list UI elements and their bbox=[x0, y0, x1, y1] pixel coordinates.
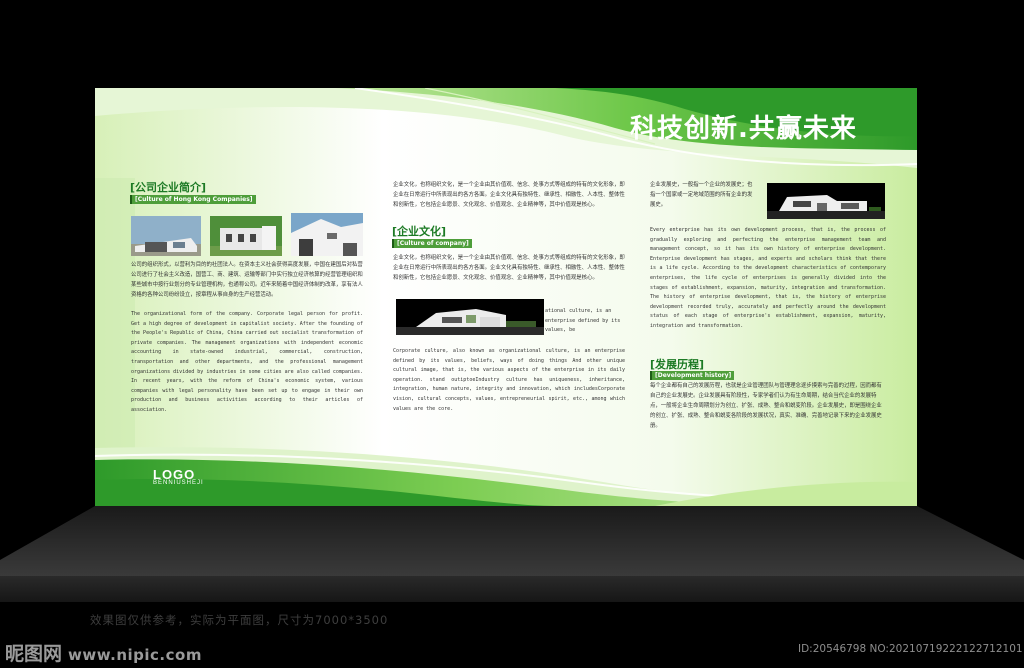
building-photo-2 bbox=[210, 216, 282, 256]
culture-body-zh: 企业文化，也称组织文化，是一个企业由其价值观、信念、处事方式等组成的特有的文化形… bbox=[393, 255, 625, 281]
development-body-en: Every enterprise has its own development… bbox=[650, 227, 886, 329]
culture-building-photo bbox=[396, 299, 544, 335]
board-headline: 科技创新.共赢未来 bbox=[630, 114, 857, 144]
exhibition-board: 科技创新.共赢未来 [公司企业简介] [Culture of Hong Kong… bbox=[95, 88, 917, 506]
watermark-id: ID:20546798 NO:20210719222122712101 bbox=[798, 643, 1023, 655]
development-building-photo bbox=[767, 183, 885, 219]
culture-intro-zh: 企业文化，也称组织文化，是一个企业由其价值观、信念、处事方式等组成的特有的文化形… bbox=[393, 182, 625, 208]
culture-title: [企业文化] bbox=[392, 225, 447, 238]
culture-subtitle: [Culture of company] bbox=[392, 239, 472, 248]
profile-title: [公司企业简介] bbox=[130, 181, 207, 194]
development-title: [发展历程] bbox=[650, 358, 705, 371]
building-photo-3 bbox=[291, 213, 363, 256]
display-mockup: 科技创新.共赢未来 [公司企业简介] [Culture of Hong Kong… bbox=[0, 0, 1024, 668]
development-body-zh: 每个企业都有自己的发展历程，也就是企业管理团队与管理理念逐步摸索与完善的过程，因… bbox=[650, 383, 882, 429]
building-photo-1 bbox=[131, 216, 201, 256]
culture-body-en: Corporate culture, also known as organiz… bbox=[393, 348, 625, 412]
logo-subtitle: BENNIUSHEJI bbox=[153, 480, 204, 486]
profile-subtitle: [Culture of Hong Kong Companies] bbox=[130, 195, 256, 204]
company-logo: LOGO BENNIUSHEJI bbox=[153, 467, 204, 486]
culture-side-en: ational culture, is an enterprise define… bbox=[545, 308, 621, 334]
profile-body-zh: 公司的组织形式，以营利为目的的社团法人。在资本主义社会获得高度发展，中国在建国后… bbox=[131, 262, 363, 298]
development-subtitle: [Development history] bbox=[650, 371, 735, 380]
watermark-site: 昵图网 www.nipic.com bbox=[5, 639, 202, 666]
development-intro-zh: 企业发展史，一般指一个企业的发展史；也指一个国家或一定地域范围的所有企业的发展史… bbox=[650, 182, 753, 208]
profile-body-en: The organizational form of the company. … bbox=[131, 311, 363, 413]
watermark-url: www.nipic.com bbox=[68, 646, 202, 664]
footer-note: 效果图仅供参考，实际为平面图，尺寸为7000*3500 bbox=[90, 613, 389, 627]
watermark-site-name: 昵图网 bbox=[5, 643, 63, 665]
